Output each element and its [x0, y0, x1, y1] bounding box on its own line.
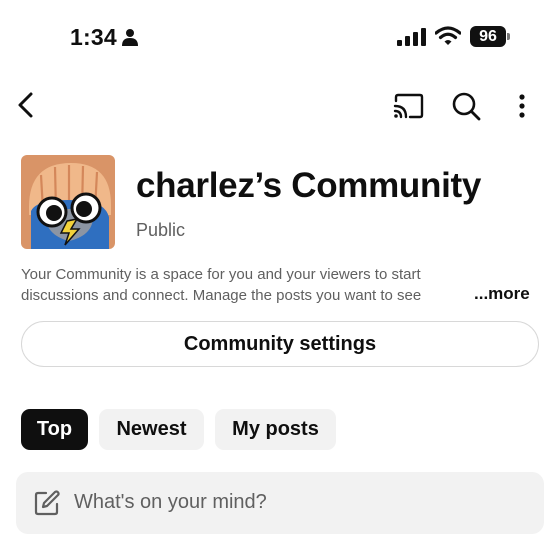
filter-chip-my-posts[interactable]: My posts — [215, 409, 336, 450]
wifi-icon — [435, 26, 461, 45]
filter-chip-top[interactable]: Top — [21, 409, 88, 450]
community-visibility: Public — [136, 220, 186, 240]
composer-placeholder: What's on your mind? — [74, 491, 267, 513]
person-icon — [122, 29, 138, 46]
more-vertical-icon[interactable] — [510, 92, 534, 120]
battery-icon: 96 — [470, 26, 510, 47]
description-fade — [430, 285, 470, 306]
more-link[interactable]: ...more — [474, 284, 530, 304]
status-bar: 1:34 96 — [0, 0, 560, 76]
edit-icon — [34, 490, 60, 516]
community-avatar — [21, 155, 115, 249]
cellular-signal-icon — [397, 28, 426, 46]
search-icon[interactable] — [450, 90, 482, 122]
battery-level: 96 — [479, 28, 497, 45]
cast-icon[interactable] — [392, 92, 424, 120]
filter-chip-newest[interactable]: Newest — [99, 409, 204, 450]
community-title: charlez’s Community — [136, 166, 482, 205]
back-arrow-icon[interactable] — [12, 90, 40, 120]
community-description: Your Community is a space for you and yo… — [21, 266, 422, 304]
status-time: 1:34 — [70, 24, 117, 50]
post-composer[interactable]: What's on your mind? — [16, 472, 544, 534]
community-settings-button[interactable]: Community settings — [21, 321, 539, 367]
